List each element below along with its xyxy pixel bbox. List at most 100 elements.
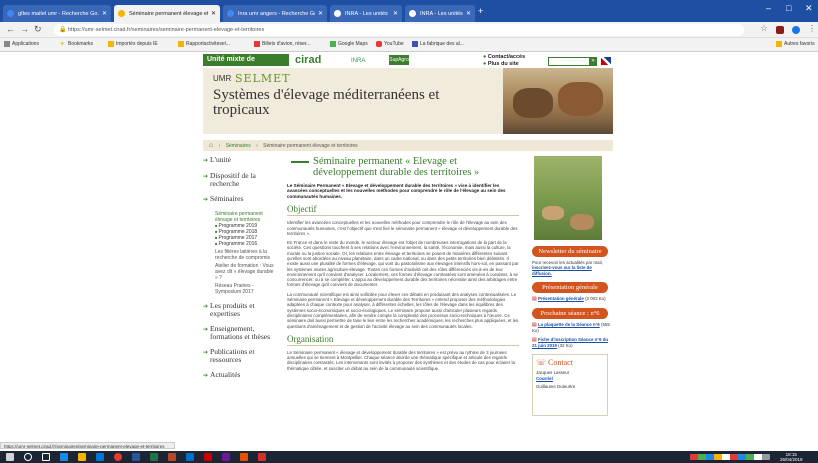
browser-tab[interactable]: Inra umr angers - Recherche Go... ✕	[223, 5, 327, 22]
contact-box: ☏ Contact Jacques Lasseur Courriel Guill…	[532, 354, 608, 417]
browser-tab-active[interactable]: Séminaire permanent élevage et... ✕	[114, 5, 220, 22]
url-field[interactable]: 🔒 https://umr-selmet.cirad.fr/seminaires/…	[54, 24, 744, 36]
nav-item-enseignement[interactable]: ➔ Enseignement, formations et thèses	[203, 325, 277, 341]
profile-avatar-icon[interactable]	[792, 26, 800, 34]
subnav-link[interactable]: Les filières laitières à la recherche de…	[215, 249, 277, 261]
browser-tab[interactable]: INRA - Les unités ✕	[405, 5, 475, 22]
bookmark-item[interactable]: La fabrique des al...	[412, 41, 464, 47]
site-plan-link[interactable]: Plus du site	[483, 61, 525, 68]
star-icon: ★	[60, 41, 65, 47]
outlook-icon[interactable]	[186, 453, 194, 461]
cow-image	[513, 88, 553, 118]
supagro-logo[interactable]: SupAgro	[389, 55, 409, 65]
nav-item-unite[interactable]: ➔ L'unité	[203, 156, 277, 165]
section-heading-objectif: Objectif	[287, 204, 519, 217]
next-session-button[interactable]: Prochaine séance : n°6	[532, 308, 608, 320]
arrow-icon: ➔	[203, 350, 209, 356]
nav-item-seminaires[interactable]: ➔ Séminaires	[203, 195, 277, 204]
taskbar-clock[interactable]: 18:15 26/04/2019	[780, 452, 803, 462]
new-tab-button[interactable]: +	[478, 6, 483, 16]
close-tab-icon[interactable]: ✕	[318, 10, 323, 17]
close-window-icon[interactable]: ✕	[805, 3, 813, 14]
home-icon[interactable]: ⌂	[209, 142, 213, 149]
header-cattle-photo	[503, 68, 613, 134]
bookmark-item[interactable]: ★ Bookmarks	[60, 41, 93, 47]
breadcrumb-link[interactable]: Séminaires	[226, 143, 251, 149]
umr-label: UMR	[213, 74, 232, 83]
nav-item-publications[interactable]: ➔ Publications et ressources	[203, 348, 277, 364]
task-view-icon[interactable]	[42, 453, 50, 461]
page-title: Séminaire permanent « Elevage et dévelop…	[287, 156, 519, 178]
browser-menu-icon[interactable]: ⋮	[808, 24, 816, 33]
nav-item-produits[interactable]: ➔ Les produits et expertises	[203, 302, 277, 318]
bookmark-item[interactable]: Billets d'avion, réser...	[254, 41, 310, 47]
fiche-file: ▤ Fiche d'inscription Séance n°6 du 21 j…	[532, 336, 609, 349]
folder-icon	[776, 41, 782, 47]
back-arrow-icon[interactable]: ←	[6, 24, 15, 34]
contact-heading: ☏ Contact	[536, 358, 573, 368]
reload-icon[interactable]: ↻	[34, 24, 42, 35]
subnav-link[interactable]: Atelier de formation : Vous avez dit « é…	[215, 263, 277, 281]
windows-taskbar: 18:15 26/04/2019	[0, 451, 818, 463]
newsletter-text: Pour recevoir les actualités par mail, i…	[532, 260, 603, 276]
file-explorer-icon[interactable]	[78, 453, 86, 461]
inra-favicon-icon	[409, 10, 416, 17]
presentation-link[interactable]: Présentation générale	[538, 296, 584, 301]
close-tab-icon[interactable]: ✕	[466, 10, 471, 17]
contact-email-link[interactable]: Courriel	[536, 376, 553, 381]
search-go-button[interactable]: »	[589, 57, 597, 66]
bookmark-item[interactable]: Google Maps	[330, 41, 368, 47]
subnav-link[interactable]: Réseau Prairies - Symposium 2017	[215, 283, 277, 295]
close-tab-icon[interactable]: ✕	[393, 10, 398, 17]
close-tab-icon[interactable]: ✕	[211, 10, 216, 17]
edge-icon[interactable]	[60, 453, 68, 461]
arrow-icon: ➔	[203, 304, 209, 310]
bookmark-item[interactable]: Rapportactivitesel...	[178, 41, 230, 47]
app-icon[interactable]	[222, 453, 230, 461]
app-icon[interactable]	[240, 453, 248, 461]
browser-tab[interactable]: INRA - Les unités ✕	[330, 5, 402, 22]
close-tab-icon[interactable]: ✕	[102, 10, 107, 17]
plaquette-link[interactable]: La plaquette de la Séance n°6	[538, 322, 600, 327]
bookmark-item[interactable]: Applications	[4, 41, 39, 47]
extension-icon[interactable]	[776, 26, 784, 34]
plaquette-file: ▤ La plaquette de la Séance n°6 (555 Ko)	[532, 322, 610, 334]
paragraph: La communauté scientifique est ainsi sol…	[287, 291, 519, 329]
powerpoint-icon[interactable]	[168, 453, 176, 461]
search-icon[interactable]	[24, 453, 32, 461]
plane-icon	[254, 41, 260, 47]
youtube-icon	[376, 41, 382, 47]
google-favicon-icon	[227, 10, 234, 17]
forward-arrow-icon[interactable]: →	[20, 24, 29, 34]
minimize-icon[interactable]: –	[766, 3, 771, 13]
contact-link[interactable]: Contact/accès	[483, 54, 525, 61]
presentation-button[interactable]: Présentation générale	[532, 281, 608, 293]
search-input[interactable]	[548, 57, 592, 66]
newsletter-link[interactable]: inscrivez-vous sur la liste de diffusion…	[532, 265, 592, 275]
uk-flag-icon[interactable]	[601, 57, 611, 65]
nav-item-dispositif[interactable]: ➔ Dispositif de la recherche	[203, 172, 277, 188]
nav-item-actualites[interactable]: ➔ Actualités	[203, 371, 277, 380]
store-icon[interactable]	[96, 453, 104, 461]
bookmark-star-icon[interactable]: ☆	[760, 23, 768, 34]
subnav-program[interactable]: Programme 2016	[215, 241, 277, 247]
bookmark-item[interactable]: YouTube	[376, 41, 404, 47]
other-bookmarks[interactable]: Autres favoris	[776, 41, 815, 47]
bookmark-item[interactable]: Importés depuis IE	[108, 41, 158, 47]
system-tray-icons[interactable]	[690, 454, 770, 460]
breadcrumb: ⌂ › Séminaires › Séminaire permanent éle…	[203, 140, 613, 151]
subnav-current[interactable]: Séminaire permanent élevage et territoir…	[215, 211, 277, 223]
pdf-icon: ▤	[532, 322, 537, 329]
app-icon[interactable]	[258, 453, 266, 461]
windows-start-icon[interactable]	[6, 453, 14, 461]
acrobat-icon[interactable]	[204, 453, 212, 461]
maximize-icon[interactable]: □	[786, 3, 791, 13]
excel-icon[interactable]	[150, 453, 158, 461]
word-icon[interactable]	[132, 453, 140, 461]
chrome-icon[interactable]	[114, 453, 122, 461]
browser-tab[interactable]: gîtes maitel umr - Recherche Go... ✕	[3, 5, 111, 22]
inra-logo[interactable]: INRA	[351, 55, 387, 67]
status-bar-url: https://umr-selmet.cirad.fr/seminaires/s…	[0, 442, 175, 449]
cirad-logo[interactable]: cirad	[295, 52, 351, 68]
newsletter-button[interactable]: Newsletter du séminaire	[532, 246, 608, 257]
